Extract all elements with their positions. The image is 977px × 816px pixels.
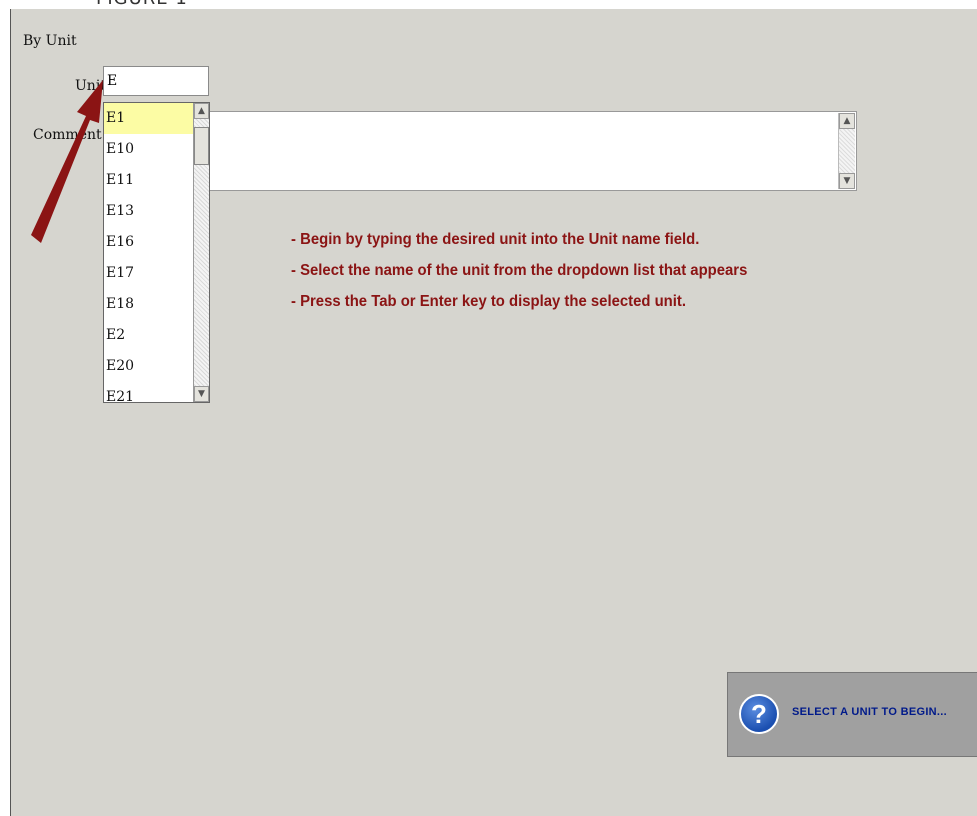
pointer-arrow-icon <box>31 80 103 243</box>
arrow-annotation <box>31 80 103 243</box>
